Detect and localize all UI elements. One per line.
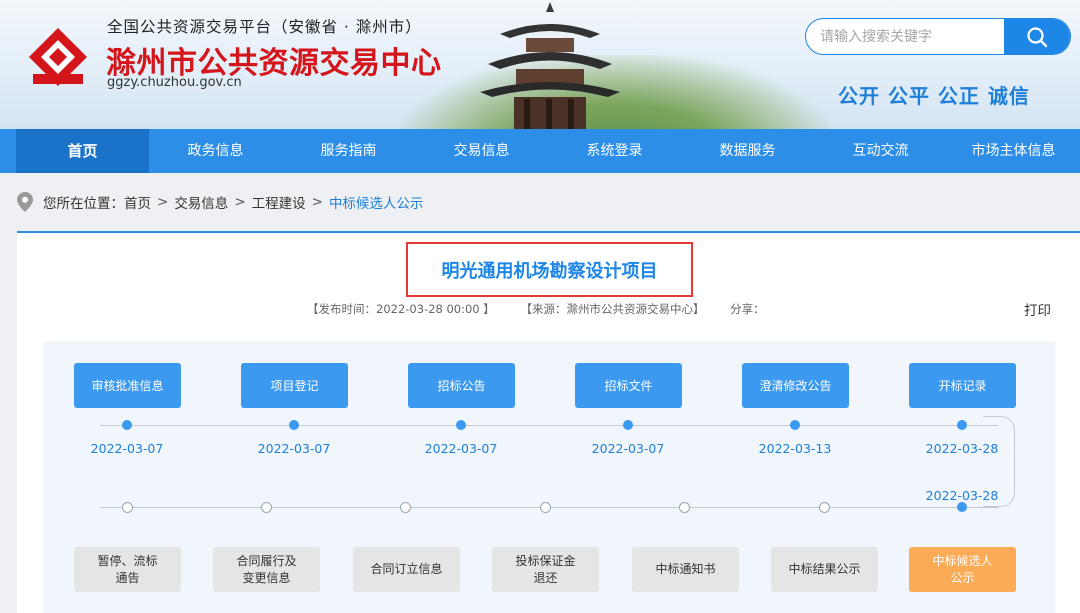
nav-government-info[interactable]: 政务信息 bbox=[149, 129, 282, 173]
step-award-result[interactable]: 中标结果公示 bbox=[771, 547, 878, 592]
step-project-registration[interactable]: 项目登记 bbox=[241, 363, 348, 408]
step-deposit-refund[interactable]: 投标保证金 退还 bbox=[492, 547, 599, 592]
breadcrumb-current[interactable]: 中标候选人公示 bbox=[329, 192, 424, 212]
step-award-notice[interactable]: 中标通知书 bbox=[632, 547, 739, 592]
timeline-dot bbox=[122, 420, 132, 430]
step-contract-signing[interactable]: 合同订立信息 bbox=[353, 547, 460, 592]
timeline-ring bbox=[400, 502, 411, 513]
breadcrumb-prefix: 您所在位置： bbox=[43, 196, 124, 212]
step-date: 2022-03-07 bbox=[257, 441, 331, 456]
timeline-ring bbox=[819, 502, 830, 513]
site-url: ggzy.chuzhou.gov.cn bbox=[107, 75, 242, 90]
publish-time: 【发布时间：2022-03-28 00:00 】 bbox=[307, 302, 495, 316]
nav-interaction[interactable]: 互动交流 bbox=[814, 129, 947, 173]
title-highlight-box: 明光通用机场勘察设计项目 bbox=[406, 242, 693, 297]
breadcrumb-home[interactable]: 首页 bbox=[124, 192, 151, 212]
timeline-ring bbox=[540, 502, 551, 513]
step-tender-notice[interactable]: 招标公告 bbox=[408, 363, 515, 408]
logo-icon bbox=[29, 28, 87, 86]
content-panel: 明光通用机场勘察设计项目 【发布时间：2022-03-28 00:00 】 【来… bbox=[17, 231, 1080, 613]
flow-line-top bbox=[100, 425, 998, 426]
nav-home[interactable]: 首页 bbox=[16, 129, 149, 173]
timeline-ring bbox=[122, 502, 133, 513]
step-date: 2022-03-07 bbox=[424, 441, 498, 456]
site-subtitle: 全国公共资源交易平台（安徽省 · 滁州市） bbox=[107, 18, 422, 36]
step-date: 2022-03-13 bbox=[758, 441, 832, 456]
timeline-ring bbox=[261, 502, 272, 513]
step-tender-document[interactable]: 招标文件 bbox=[575, 363, 682, 408]
header: 全国公共资源交易平台（安徽省 · 滁州市） 滁州市公共资源交易中心 ggzy.c… bbox=[0, 0, 1080, 129]
step-date: 2022-03-07 bbox=[90, 441, 164, 456]
main-nav: 首页 政务信息 服务指南 交易信息 系统登录 数据服务 互动交流 市场主体信息 bbox=[0, 129, 1080, 173]
nav-service-guide[interactable]: 服务指南 bbox=[282, 129, 415, 173]
timeline-dot bbox=[456, 420, 466, 430]
breadcrumb: 您所在位置： 首页 > 交易信息 > 工程建设 > 中标候选人公示 bbox=[17, 192, 423, 212]
step-contract-performance[interactable]: 合同履行及 变更信息 bbox=[213, 547, 320, 592]
breadcrumb-separator: > bbox=[234, 194, 246, 210]
article-title: 明光通用机场勘察设计项目 bbox=[441, 260, 658, 282]
search-box bbox=[805, 18, 1071, 55]
breadcrumb-trade-info[interactable]: 交易信息 bbox=[174, 192, 228, 212]
location-pin-icon bbox=[17, 192, 33, 212]
step-clarification-notice[interactable]: 澄清修改公告 bbox=[742, 363, 849, 408]
nav-data-service[interactable]: 数据服务 bbox=[681, 129, 814, 173]
step-approval-info[interactable]: 审核批准信息 bbox=[74, 363, 181, 408]
step-suspension-notice[interactable]: 暂停、流标 通告 bbox=[74, 547, 181, 592]
nav-system-login[interactable]: 系统登录 bbox=[548, 129, 681, 173]
step-date: 2022-03-07 bbox=[591, 441, 665, 456]
step-date: 2022-03-28 bbox=[925, 441, 999, 456]
nav-trade-info[interactable]: 交易信息 bbox=[415, 129, 548, 173]
article-meta: 【发布时间：2022-03-28 00:00 】 【来源：滁州市公共资源交易中心… bbox=[307, 301, 787, 317]
slogan: 公开 公平 公正 诚信 bbox=[838, 84, 1030, 108]
breadcrumb-separator: > bbox=[311, 194, 323, 210]
search-button[interactable] bbox=[1004, 19, 1070, 54]
timeline-dot bbox=[289, 420, 299, 430]
step-winning-candidate[interactable]: 中标候选人 公示 bbox=[909, 547, 1016, 592]
nav-market-entity[interactable]: 市场主体信息 bbox=[947, 129, 1080, 173]
timeline-dot bbox=[957, 420, 967, 430]
breadcrumb-separator: > bbox=[157, 194, 169, 210]
step-date-candidate: 2022-03-28 bbox=[925, 488, 999, 503]
print-button[interactable]: 打印 bbox=[1024, 299, 1051, 319]
step-bid-opening-record[interactable]: 开标记录 bbox=[909, 363, 1016, 408]
breadcrumb-engineering[interactable]: 工程建设 bbox=[252, 192, 306, 212]
process-flow: 审核批准信息 项目登记 招标公告 招标文件 澄清修改公告 开标记录 2022-0… bbox=[43, 341, 1055, 613]
timeline-dot bbox=[623, 420, 633, 430]
search-input[interactable] bbox=[806, 19, 1006, 54]
share-label: 分享： bbox=[730, 302, 765, 316]
article-source: 【来源：滁州市公共资源交易中心】 bbox=[520, 302, 705, 316]
pagoda-image bbox=[480, 2, 620, 129]
timeline-dot bbox=[790, 420, 800, 430]
search-icon bbox=[1027, 26, 1048, 47]
timeline-ring bbox=[679, 502, 690, 513]
timeline-dot-active bbox=[957, 502, 967, 512]
